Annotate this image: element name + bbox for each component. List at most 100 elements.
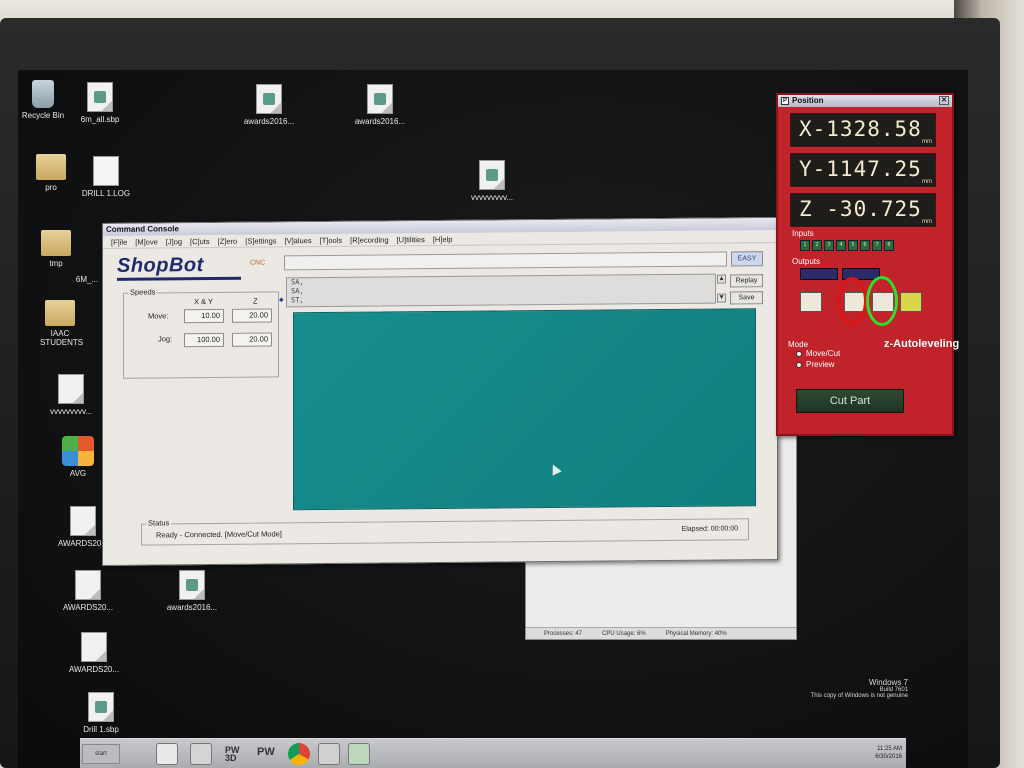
- input-led: 3: [824, 240, 834, 251]
- move-cut-radio[interactable]: [796, 351, 802, 357]
- chrome-icon[interactable]: [288, 743, 310, 765]
- z-readout[interactable]: Z -30.725 mm: [790, 193, 936, 227]
- position-titlebar[interactable]: P Position ✕: [778, 95, 952, 107]
- log-file-icon: [93, 156, 119, 186]
- desktop-icon-label: DRILL 1.LOG: [81, 189, 131, 198]
- desktop-icon-drill-sbp[interactable]: Drill 1.sbp: [61, 692, 141, 734]
- output-led-group-1: [800, 268, 838, 280]
- command-input[interactable]: [284, 251, 727, 271]
- app-taskbar-icon[interactable]: [348, 743, 370, 765]
- monitor-bezel: Recycle Bin 6m_all.sbp awards2016... awa…: [0, 18, 1000, 768]
- logo-wordmark: ShopBot: [117, 254, 204, 277]
- shopbot-taskbar-icon[interactable]: [156, 743, 178, 765]
- desktop-icon-label: vvvvvvvvv...: [49, 407, 93, 416]
- desktop-icon-awards20-3[interactable]: AWARDS20...: [54, 632, 134, 674]
- desktop-icon-awards-2[interactable]: awards2016...: [340, 84, 420, 126]
- input-led: 6: [860, 240, 870, 251]
- input-led: 5: [848, 240, 858, 251]
- elapsed-time: Elapsed: 00:00:00: [681, 525, 738, 533]
- menu-cuts[interactable]: [C]uts: [190, 237, 210, 246]
- task-manager-status: Processes: 47 CPU Usage: 6% Physical Mem…: [526, 627, 796, 639]
- save-button[interactable]: Save: [730, 291, 763, 305]
- menu-move[interactable]: [M]ove: [135, 237, 158, 246]
- input-led: 7: [872, 240, 882, 251]
- menu-tools[interactable]: [T]ools: [320, 235, 343, 244]
- input-led: 1: [800, 240, 810, 251]
- z-autoleveling-annotation: z-Autoleveling: [884, 338, 960, 350]
- desktop-icon-label: 6m_all.sbp: [80, 115, 120, 124]
- preview-radio[interactable]: [796, 362, 802, 368]
- command-console-window[interactable]: Command Console [F]ile [M]ove [J]og [C]u…: [102, 217, 778, 566]
- desktop-icon-label: awards2016...: [243, 117, 295, 126]
- watermark-line1: Windows 7: [868, 678, 908, 687]
- move-xy-field[interactable]: 10.00: [184, 308, 224, 324]
- speeds-group: Speeds X & Y Z Move: 10.00 20.00 Jog: 10…: [123, 287, 279, 379]
- jog-xy-field[interactable]: 100.00: [184, 332, 224, 348]
- menu-utilities[interactable]: [U]tilities: [397, 235, 425, 244]
- pw-taskbar-icon[interactable]: PW: [257, 746, 275, 758]
- move-speed-label: Move:: [148, 311, 169, 321]
- desktop-icon-awards-1[interactable]: awards2016...: [229, 84, 309, 126]
- history-scroll-up[interactable]: ▲: [717, 274, 726, 284]
- menu-jog[interactable]: [J]og: [166, 237, 182, 246]
- desktop-icon-6m-all[interactable]: 6m_all.sbp: [60, 82, 140, 124]
- menu-recording[interactable]: [R]ecording: [350, 235, 388, 244]
- menu-file[interactable]: [F]ile: [111, 237, 127, 246]
- extra-tool-button[interactable]: [900, 292, 922, 312]
- menu-settings[interactable]: [S]ettings: [245, 236, 276, 245]
- command-history[interactable]: SA, SA, ST,: [286, 273, 716, 308]
- outputs-label: Outputs: [792, 257, 821, 266]
- close-icon[interactable]: ✕: [939, 96, 949, 105]
- desktop-icon-vvvv-2[interactable]: vvvvvvvvv...: [31, 374, 111, 416]
- menu-help[interactable]: [H]elp: [433, 234, 453, 243]
- processes-count: Processes: 47: [544, 630, 583, 637]
- file-icon: [75, 570, 101, 600]
- replay-button[interactable]: Replay: [730, 274, 763, 288]
- network-connection-icon[interactable]: [318, 743, 340, 765]
- z-value: Z -30.725: [799, 197, 922, 221]
- system-clock[interactable]: 11:25 AM 6/30/2016: [875, 745, 902, 761]
- desktop-icon-iaac-students[interactable]: IAAC STUDENTS: [20, 300, 100, 347]
- clock-time: 11:25 AM: [877, 746, 902, 752]
- green-highlight-circle: [866, 276, 898, 326]
- desktop-icon-vvvv-1[interactable]: vvvvvvvvv...: [452, 160, 532, 202]
- desktop-icon-label: vvvvvvvvv...: [470, 193, 514, 202]
- sbp-file-icon: [256, 84, 282, 114]
- easy-button[interactable]: EASY: [731, 251, 763, 267]
- physical-memory: Physical Memory: 40%: [665, 630, 727, 637]
- console-output-area[interactable]: [293, 308, 756, 511]
- network-taskbar-icon[interactable]: [190, 743, 212, 765]
- desktop: Recycle Bin 6m_all.sbp awards2016... awa…: [18, 70, 968, 768]
- cpu-usage: CPU Usage: 6%: [602, 630, 646, 637]
- speeds-legend: Speeds: [128, 287, 158, 297]
- input-led: 8: [884, 240, 894, 251]
- desktop-icon-drill-log[interactable]: DRILL 1.LOG: [66, 156, 146, 198]
- pw3d-taskbar-icon[interactable]: PW 3D: [225, 746, 245, 763]
- tool-change-button[interactable]: [800, 292, 822, 312]
- history-scroll-down[interactable]: ▼: [717, 293, 726, 303]
- logo-underline: [117, 276, 241, 281]
- menu-zero[interactable]: [Z]ero: [218, 236, 238, 245]
- x-readout[interactable]: X-1328.58 mm: [790, 113, 936, 147]
- cut-part-button[interactable]: Cut Part: [796, 389, 904, 413]
- preview-label: Preview: [806, 360, 835, 369]
- history-current-marker: ◆: [279, 296, 284, 304]
- position-window[interactable]: P Position ✕ X-1328.58 mm Y-1147.25 mm Z…: [776, 93, 954, 436]
- y-readout[interactable]: Y-1147.25 mm: [790, 153, 936, 187]
- file-icon: [81, 632, 107, 662]
- move-cut-label: Move/Cut: [806, 349, 841, 358]
- jog-z-field[interactable]: 20.00: [232, 332, 272, 347]
- desktop-icon-awards20-2[interactable]: AWARDS20...: [48, 570, 128, 612]
- clock-date: 6/30/2016: [875, 754, 902, 760]
- z-unit: mm: [922, 219, 932, 225]
- y-value: Y-1147.25: [799, 157, 922, 181]
- desktop-icon-awards-3[interactable]: awards2016...: [152, 570, 232, 612]
- input-led: 2: [812, 240, 822, 251]
- start-button[interactable]: start: [82, 744, 120, 764]
- recycle-bin-icon: [32, 80, 54, 108]
- file-icon: [70, 506, 96, 536]
- avg-icon: [62, 436, 94, 466]
- menu-values[interactable]: [V]alues: [285, 236, 312, 245]
- move-z-field[interactable]: 20.00: [232, 308, 272, 323]
- watermark-line3: This copy of Windows is not genuine: [810, 693, 908, 699]
